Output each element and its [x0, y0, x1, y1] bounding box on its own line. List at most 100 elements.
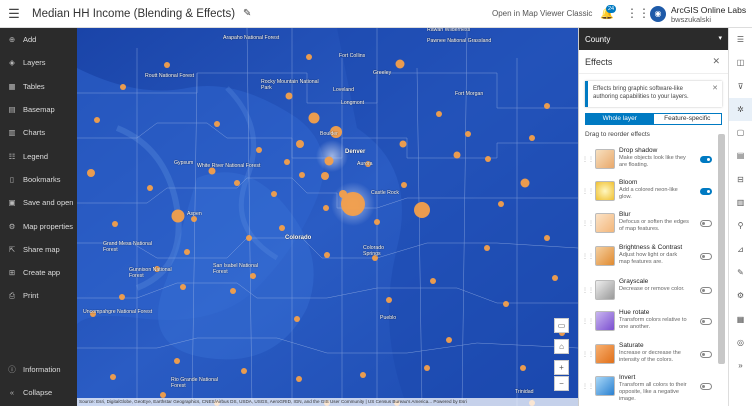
effect-toggle[interactable]	[700, 253, 712, 260]
user-info[interactable]: ArcGIS Online Labs bwszukalski	[671, 5, 746, 25]
effect-desc: Make objects look like they are floating…	[619, 155, 686, 168]
nav-collapse[interactable]: « Collapse	[0, 381, 52, 404]
org-name: ArcGIS Online Labs	[671, 5, 747, 15]
powered-by[interactable]: Powered by Esri	[433, 399, 466, 404]
popups-tool-icon[interactable]: ▢	[729, 121, 752, 144]
nav-share[interactable]: ⇱ Share map	[0, 238, 77, 261]
open-classic-link[interactable]: Open in Map Viewer Classic	[492, 9, 592, 18]
nav-label: Print	[23, 291, 39, 301]
nav-label: Information	[23, 365, 61, 375]
effects-notice: Effects bring graphic software-like auth…	[585, 81, 722, 107]
nav-bookmarks[interactable]: ▯ Bookmarks	[0, 168, 77, 191]
effect-desc: Transform all colors to their opposite, …	[619, 382, 687, 402]
place-label: San Isabel National Forest	[213, 263, 258, 275]
tab-feature-specific[interactable]: Feature-specific	[653, 114, 721, 124]
nav-label: Legend	[23, 151, 49, 161]
map-view[interactable]: Rawah Wilderness Pawnee National Grassla…	[77, 28, 578, 406]
effect-name: Grayscale	[619, 278, 649, 285]
drag-handle-icon[interactable]: ⋮⋮	[582, 156, 594, 163]
zoom-in-button[interactable]: +	[554, 360, 569, 375]
drag-handle-icon[interactable]: ⋮⋮	[582, 287, 594, 294]
nav-map-properties[interactable]: ⚙ Map properties	[0, 214, 77, 237]
styles-tool-icon[interactable]: ◫	[729, 51, 752, 74]
nav-label: Bookmarks	[23, 174, 61, 184]
effects-tool-icon[interactable]: ✲	[729, 97, 752, 122]
nav-information[interactable]: ⓘ Information	[0, 358, 61, 381]
avatar[interactable]: ◉	[650, 6, 666, 22]
effect-invert[interactable]: ⋮⋮ Invert Transform all colors to their …	[579, 372, 719, 403]
drag-handle-icon[interactable]: ⋮⋮	[582, 318, 594, 325]
effects-title: Effects	[585, 56, 613, 67]
fields-tool-icon[interactable]: ▤	[729, 144, 752, 167]
effect-saturate[interactable]: ⋮⋮ Saturate Increase or decrease the int…	[579, 340, 719, 371]
menu-icon[interactable]: ☰	[0, 0, 28, 28]
configure-tool-icon[interactable]: ⚙	[729, 284, 752, 307]
place-label: White River National Forest	[197, 163, 261, 169]
drag-handle-icon[interactable]: ⋮⋮	[582, 253, 594, 260]
nav-layers[interactable]: ◈ Layers	[0, 51, 77, 74]
print-icon: ⎙	[9, 290, 15, 300]
map-attribution: Source: Esri, DigitalGlobe, GeoEye, Eart…	[77, 398, 578, 406]
right-toolbar: ☰ ◫ ⊽ ✲ ▢ ▤ ⊟ ▥ ⚲ ⊿ ✎ ⚙ ▦ ◎ »	[728, 28, 752, 406]
labels-tool-icon[interactable]: ⊟	[729, 168, 752, 191]
effect-hue-rotate[interactable]: ⋮⋮ Hue rotate Transform colors relative …	[579, 307, 719, 338]
nav-label: Charts	[23, 128, 46, 138]
drag-handle-icon[interactable]: ⋮⋮	[582, 188, 594, 195]
nav-legend[interactable]: ☷ Legend	[0, 144, 77, 167]
effect-toggle[interactable]	[700, 351, 712, 358]
nav-charts[interactable]: ▥ Charts	[0, 121, 77, 144]
place-label: Castle Rock	[371, 190, 399, 196]
grayscale-icon	[595, 280, 615, 300]
layer-header[interactable]: County ▾	[579, 28, 728, 50]
close-icon[interactable]: ✕	[712, 56, 720, 67]
drag-handle-icon[interactable]: ⋮⋮	[582, 351, 594, 358]
effect-brightness-contrast[interactable]: ⋮⋮ Brightness & Contrast Adjust how ligh…	[579, 242, 719, 273]
nav-tables[interactable]: ▦ Tables	[0, 75, 77, 98]
effect-grayscale[interactable]: ⋮⋮ Grayscale Decrease or remove color.	[579, 276, 719, 307]
drag-handle-icon[interactable]: ⋮⋮	[582, 383, 594, 390]
effect-toggle[interactable]	[700, 156, 712, 163]
place-label: Uncompahgre National Forest	[83, 309, 153, 315]
table-tool-icon[interactable]: ▦	[729, 308, 752, 331]
place-label: Loveland	[333, 87, 355, 93]
effect-toggle[interactable]	[700, 383, 712, 390]
analysis-tool-icon[interactable]: ⚲	[729, 214, 752, 237]
nav-save[interactable]: ▣ Save and open	[0, 191, 77, 214]
effect-desc: Increase or decrease the intensity of th…	[619, 350, 681, 363]
nav-label: Create app	[23, 268, 61, 278]
sketch-tool-icon[interactable]: ✎	[729, 261, 752, 284]
effect-blur[interactable]: ⋮⋮ Blur Defocus or soften the edges of m…	[579, 209, 719, 240]
dismiss-notice-icon[interactable]: ✕	[712, 85, 718, 93]
effect-toggle[interactable]	[700, 188, 712, 195]
directions-tool-icon[interactable]: ◎	[729, 331, 752, 354]
chevron-down-icon[interactable]: ▾	[718, 34, 722, 42]
effect-toggle[interactable]	[700, 287, 712, 294]
filter-tool-icon[interactable]: ⊽	[729, 75, 752, 98]
collapse-panel-icon[interactable]: »	[729, 354, 752, 377]
measure-tool-icon[interactable]: ⊿	[729, 238, 752, 261]
nav-basemap[interactable]: ▤ Basemap	[0, 98, 77, 121]
effect-toggle[interactable]	[700, 318, 712, 325]
layers-icon: ◈	[9, 58, 15, 68]
forms-tool-icon[interactable]: ▥	[729, 191, 752, 214]
nav-create-app[interactable]: ⊞ Create app	[0, 261, 77, 284]
nav-add[interactable]: ⊕ Add	[0, 28, 77, 51]
properties-tool-icon[interactable]: ☰	[729, 28, 752, 51]
nav-print[interactable]: ⎙ Print	[0, 284, 77, 307]
home-button[interactable]: ⌂	[554, 339, 569, 354]
screen-toggle-button[interactable]: ▭	[554, 318, 569, 333]
effect-toggle[interactable]	[700, 220, 712, 227]
effect-scope-toggle: Whole layer Feature-specific	[585, 113, 722, 125]
zoom-out-button[interactable]: −	[554, 376, 569, 391]
drag-handle-icon[interactable]: ⋮⋮	[582, 220, 594, 227]
top-bar: ☰ Median HH Income (Blending & Effects) …	[0, 0, 752, 28]
panel-scrollbar[interactable]	[718, 134, 725, 364]
place-label: Fort Collins	[339, 53, 366, 59]
effect-drop-shadow[interactable]: ⋮⋮ Drop shadow Make objects look like th…	[579, 145, 719, 176]
effects-panel: County ▾ Effects ✕ Effects bring graphic…	[578, 28, 728, 406]
edit-title-icon[interactable]: ✎	[243, 8, 251, 19]
tab-whole-layer[interactable]: Whole layer	[586, 114, 654, 124]
place-label: Routt National Forest	[145, 73, 195, 79]
effect-bloom[interactable]: ⋮⋮ Bloom Add a colored neon-like glow.	[579, 177, 719, 208]
place-label: Arapaho National Forest	[223, 35, 280, 41]
